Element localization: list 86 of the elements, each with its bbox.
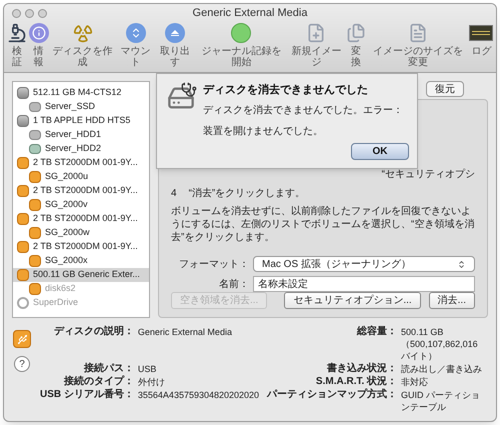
external-drive-icon: [17, 241, 29, 253]
toolbar-button[interactable]: 検証: [8, 22, 26, 68]
info-label: S.M.A.R.T. 状況：: [314, 376, 398, 388]
info-label: パーティションマップ方式：: [267, 389, 398, 402]
sidebar-item[interactable]: SG_2000x: [13, 254, 149, 268]
hard-drive-icon: [17, 87, 29, 99]
instruction-text: “セキュリティオプシ: [382, 168, 475, 182]
hard-drive-icon: [29, 130, 41, 140]
minimize-button[interactable]: [25, 8, 34, 18]
new-file-icon: [306, 23, 326, 43]
info-label: ディスクの説明：: [52, 326, 134, 339]
sidebar-item[interactable]: 2 TB ST2000DM 001-9Y...: [13, 212, 149, 226]
toolbar-button[interactable]: マウント: [118, 22, 154, 68]
sidebar-item[interactable]: 2 TB ST2000DM 001-9Y...: [13, 156, 149, 170]
external-drive-icon: [29, 283, 41, 295]
dialog-title: ディスクを消去できませんでした: [203, 82, 369, 98]
toolbar-button[interactable]: 新規イメージ: [290, 22, 344, 68]
ok-button[interactable]: OK: [351, 142, 409, 160]
sidebar-item[interactable]: 500.11 GB Generic Exter...: [13, 268, 149, 282]
toolbar-button[interactable]: イメージのサイズを変更: [368, 22, 467, 68]
zoom-button[interactable]: [38, 8, 47, 18]
instruction-text: ボリュームを消去せずに、以前削除したファイルを回復できないようにするには、左側のリストでボリュームを選択し、“空き領域を消去”をクリックします。: [171, 205, 475, 244]
info-value: 500.11 GB（500,107,862,016 バイト）: [401, 326, 479, 362]
toolbar-button[interactable]: ジャーナル記録を開始: [196, 22, 286, 68]
usb-drive-icon: [13, 330, 31, 348]
microscope-icon: [6, 23, 27, 43]
external-drive-icon: [29, 199, 41, 211]
format-label: フォーマット：: [178, 258, 249, 272]
mount-icon: [126, 23, 146, 43]
toolbar-button[interactable]: 情報: [30, 22, 48, 68]
info-label: 接続のタイプ：: [62, 376, 134, 388]
info-value: GUID パーティションテーブル: [401, 389, 482, 413]
sidebar-item[interactable]: Server_HDD2: [13, 142, 149, 156]
sidebar-item[interactable]: SG_2000w: [13, 226, 149, 240]
step-text: “消去”をクリックします。: [188, 186, 306, 201]
info-label: 接続パス：: [82, 363, 134, 375]
sidebar-item[interactable]: 2 TB ST2000DM 001-9Y...: [13, 184, 149, 198]
close-button[interactable]: [12, 8, 21, 18]
hard-drive-icon: [29, 144, 41, 154]
info-icon: [28, 23, 49, 43]
dialog-message: ディスクを消去できませんでした。エラー：: [203, 104, 404, 118]
external-drive-icon: [17, 213, 29, 225]
format-select[interactable]: Mac OS 拡張（ジャーナリング）: [253, 256, 475, 272]
sidebar-item[interactable]: Server_SSD: [13, 100, 149, 114]
hard-drive-icon: [29, 102, 41, 112]
window-title: Generic External Media: [192, 6, 308, 21]
name-label: 名前：: [218, 278, 249, 292]
sidebar-item[interactable]: SG_2000v: [13, 198, 149, 212]
action-button[interactable]: 消去...: [428, 292, 475, 309]
sidebar-item[interactable]: 1 TB APPLE HDD HTS5: [13, 114, 149, 128]
help-button[interactable]: ?: [14, 356, 30, 372]
action-button[interactable]: セキュリティオプション...: [284, 292, 421, 309]
name-field[interactable]: 名称未設定: [253, 276, 475, 292]
info-label: 書き込み状況：: [326, 363, 398, 375]
toolbar-button[interactable]: 取り出す: [157, 22, 193, 68]
external-drive-icon: [29, 255, 41, 267]
hard-drive-icon: [17, 115, 29, 127]
info-value: USB: [138, 363, 158, 375]
info-label: 総容量：: [356, 326, 398, 339]
info-value: 非対応: [401, 376, 430, 388]
info-value: 35564A435759304820202020: [138, 389, 260, 402]
external-drive-icon: [17, 157, 29, 169]
toolbar-button[interactable]: ディスクを作成: [52, 22, 114, 68]
sidebar-item[interactable]: 512.11 GB M4-CTS12: [13, 86, 149, 100]
info-value: 読み出し／書き込み: [401, 363, 484, 375]
log-icon: [469, 25, 494, 41]
updown-arrow-icon: [457, 260, 466, 268]
external-drive-icon: [17, 185, 29, 197]
toolbar-button[interactable]: ログ: [470, 22, 492, 57]
external-drive-icon: [29, 171, 41, 183]
radiation-icon: [72, 23, 93, 43]
step-number: 4: [171, 187, 177, 201]
external-drive-icon: [29, 227, 41, 239]
sidebar-item[interactable]: Server_HDD1: [13, 128, 149, 142]
sidebar-item[interactable]: 2 TB ST2000DM 001-9Y...: [13, 240, 149, 254]
info-label: USB シリアル番号：: [40, 389, 134, 402]
dialog-message: 装置を開けませんでした。: [203, 124, 324, 138]
info-value: Generic External Media: [138, 326, 233, 339]
toolbar-button[interactable]: 変換: [347, 22, 365, 68]
files-icon: [346, 23, 366, 43]
document-icon: [408, 23, 428, 43]
tab[interactable]: 復元: [426, 81, 464, 97]
info-value: 外付け: [138, 376, 166, 388]
sidebar-item[interactable]: SG_2000u: [13, 170, 149, 184]
external-drive-icon: [17, 269, 29, 281]
eject-icon: [165, 23, 186, 43]
